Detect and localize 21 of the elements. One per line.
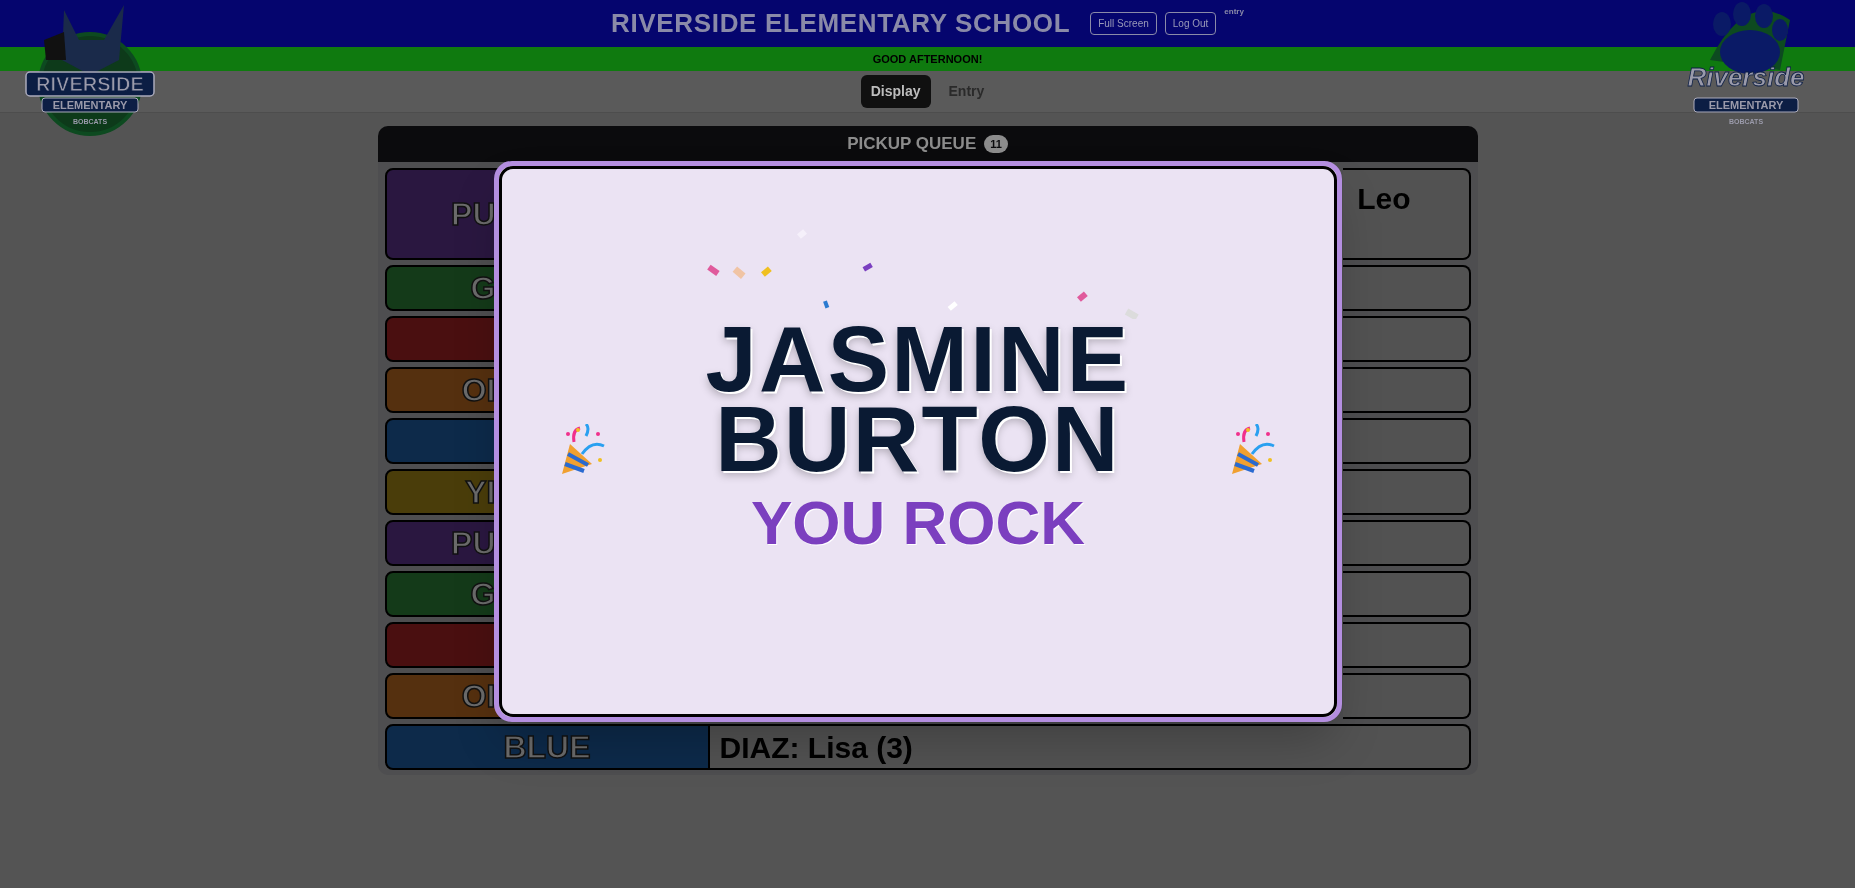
tab[interactable]: Display	[860, 75, 931, 108]
count-badge: 11	[984, 134, 1008, 154]
color-label: PU	[451, 524, 496, 563]
school-title: RIVERSIDE ELEMENTARY SCHOOL	[611, 7, 1071, 40]
student-name: Leo	[1357, 181, 1411, 217]
user-label: entry	[1224, 6, 1244, 18]
color-label: BLUE	[503, 728, 591, 767]
header-button[interactable]: Log Out	[1164, 12, 1217, 35]
student-name-heading: JASMINE	[705, 319, 1131, 399]
color-label: G	[470, 575, 496, 614]
color-label: OI	[461, 371, 496, 410]
color-label: PU	[451, 195, 496, 234]
color-label: YI	[465, 473, 496, 512]
greeting-text: GOOD AFTERNOON!	[872, 51, 983, 67]
queue-title: PICKUP QUEUE	[847, 133, 977, 156]
header-button[interactable]: Full Screen	[1090, 12, 1157, 35]
student-name-heading: BURTON	[715, 399, 1121, 479]
color-label: OI	[461, 677, 496, 716]
color-label: G	[470, 269, 496, 308]
celebration-message: YOU ROCK	[750, 487, 1086, 559]
student-name: DIAZ: Lisa (3)	[719, 729, 913, 766]
